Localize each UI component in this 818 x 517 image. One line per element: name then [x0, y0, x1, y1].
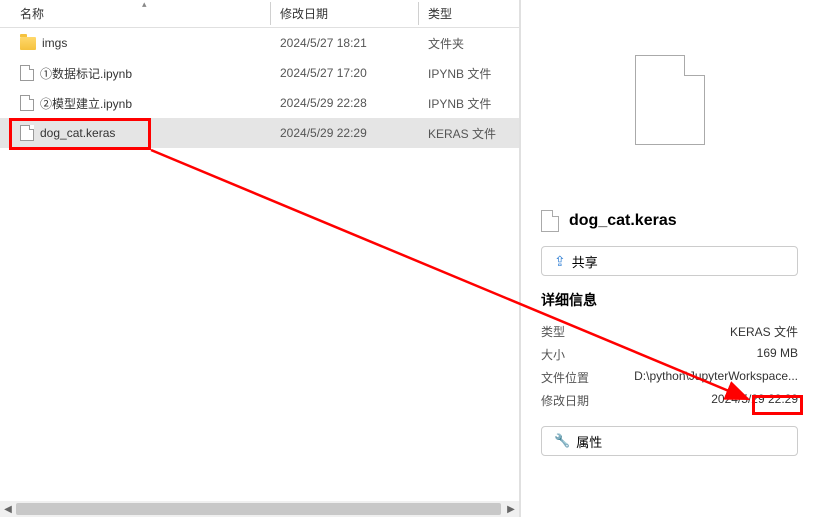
scroll-right-arrow-icon[interactable]: ▶	[503, 504, 519, 515]
detail-size-value: 169 MB	[757, 346, 798, 363]
file-row[interactable]: dog_cat.keras 2024/5/29 22:29KERAS 文件	[0, 118, 519, 148]
file-type: IPYNB 文件	[418, 95, 518, 112]
file-icon	[20, 95, 34, 111]
details-header: 详细信息	[521, 290, 818, 320]
file-name: dog_cat.keras	[40, 126, 115, 140]
detail-modified-label: 修改日期	[541, 392, 589, 409]
wrench-icon: 🔧	[554, 433, 570, 449]
properties-button[interactable]: 🔧 属性	[541, 426, 798, 456]
detail-location-label: 文件位置	[541, 369, 589, 386]
scrollbar-thumb[interactable]	[16, 503, 501, 515]
file-name: imgs	[42, 36, 67, 50]
column-date[interactable]: 修改日期	[270, 5, 418, 22]
file-type: 文件夹	[418, 35, 518, 52]
folder-icon	[20, 37, 36, 50]
file-date: 2024/5/27 18:21	[270, 36, 418, 50]
share-icon: ⇪	[554, 253, 566, 270]
details-panel: dog_cat.keras ⇪ 共享 详细信息 类型 KERAS 文件 大小 1…	[520, 0, 818, 517]
properties-label: 属性	[576, 432, 602, 451]
horizontal-scrollbar[interactable]: ◀ ▶	[0, 501, 519, 517]
file-preview-icon	[635, 55, 705, 145]
file-date: 2024/5/27 17:20	[270, 66, 418, 80]
detail-location-value: D:\python\JupyterWorkspace...	[634, 369, 798, 386]
file-icon	[20, 125, 34, 141]
column-type[interactable]: 类型	[418, 5, 518, 22]
file-name: ②模型建立.ipynb	[40, 95, 132, 112]
detail-type-label: 类型	[541, 323, 565, 340]
column-name[interactable]: 名称	[0, 5, 270, 22]
detail-size-label: 大小	[541, 346, 565, 363]
detail-type-value: KERAS 文件	[730, 323, 798, 340]
file-row[interactable]: imgs 2024/5/27 18:21文件夹	[0, 28, 519, 58]
scroll-left-arrow-icon[interactable]: ◀	[0, 504, 16, 515]
file-icon	[541, 210, 559, 232]
detail-modified-value: 2024/5/29 22:29	[711, 392, 798, 409]
share-label: 共享	[572, 252, 598, 271]
file-name: ①数据标记.ipynb	[40, 65, 132, 82]
column-headers: ▴ 名称 修改日期 类型	[0, 0, 519, 28]
file-date: 2024/5/29 22:28	[270, 96, 418, 110]
selected-filename: dog_cat.keras	[569, 212, 677, 230]
file-list: ▴ 名称 修改日期 类型 imgs 2024/5/27 18:21文件夹 ①数据标记…	[0, 0, 520, 517]
file-type: KERAS 文件	[418, 125, 518, 142]
file-date: 2024/5/29 22:29	[270, 126, 418, 140]
scrollbar-track[interactable]	[16, 501, 503, 517]
preview-area	[521, 0, 818, 200]
file-row[interactable]: ②模型建立.ipynb 2024/5/29 22:28IPYNB 文件	[0, 88, 519, 118]
share-button[interactable]: ⇪ 共享	[541, 246, 798, 276]
file-row[interactable]: ①数据标记.ipynb 2024/5/27 17:20IPYNB 文件	[0, 58, 519, 88]
file-type: IPYNB 文件	[418, 65, 518, 82]
file-icon	[20, 65, 34, 81]
